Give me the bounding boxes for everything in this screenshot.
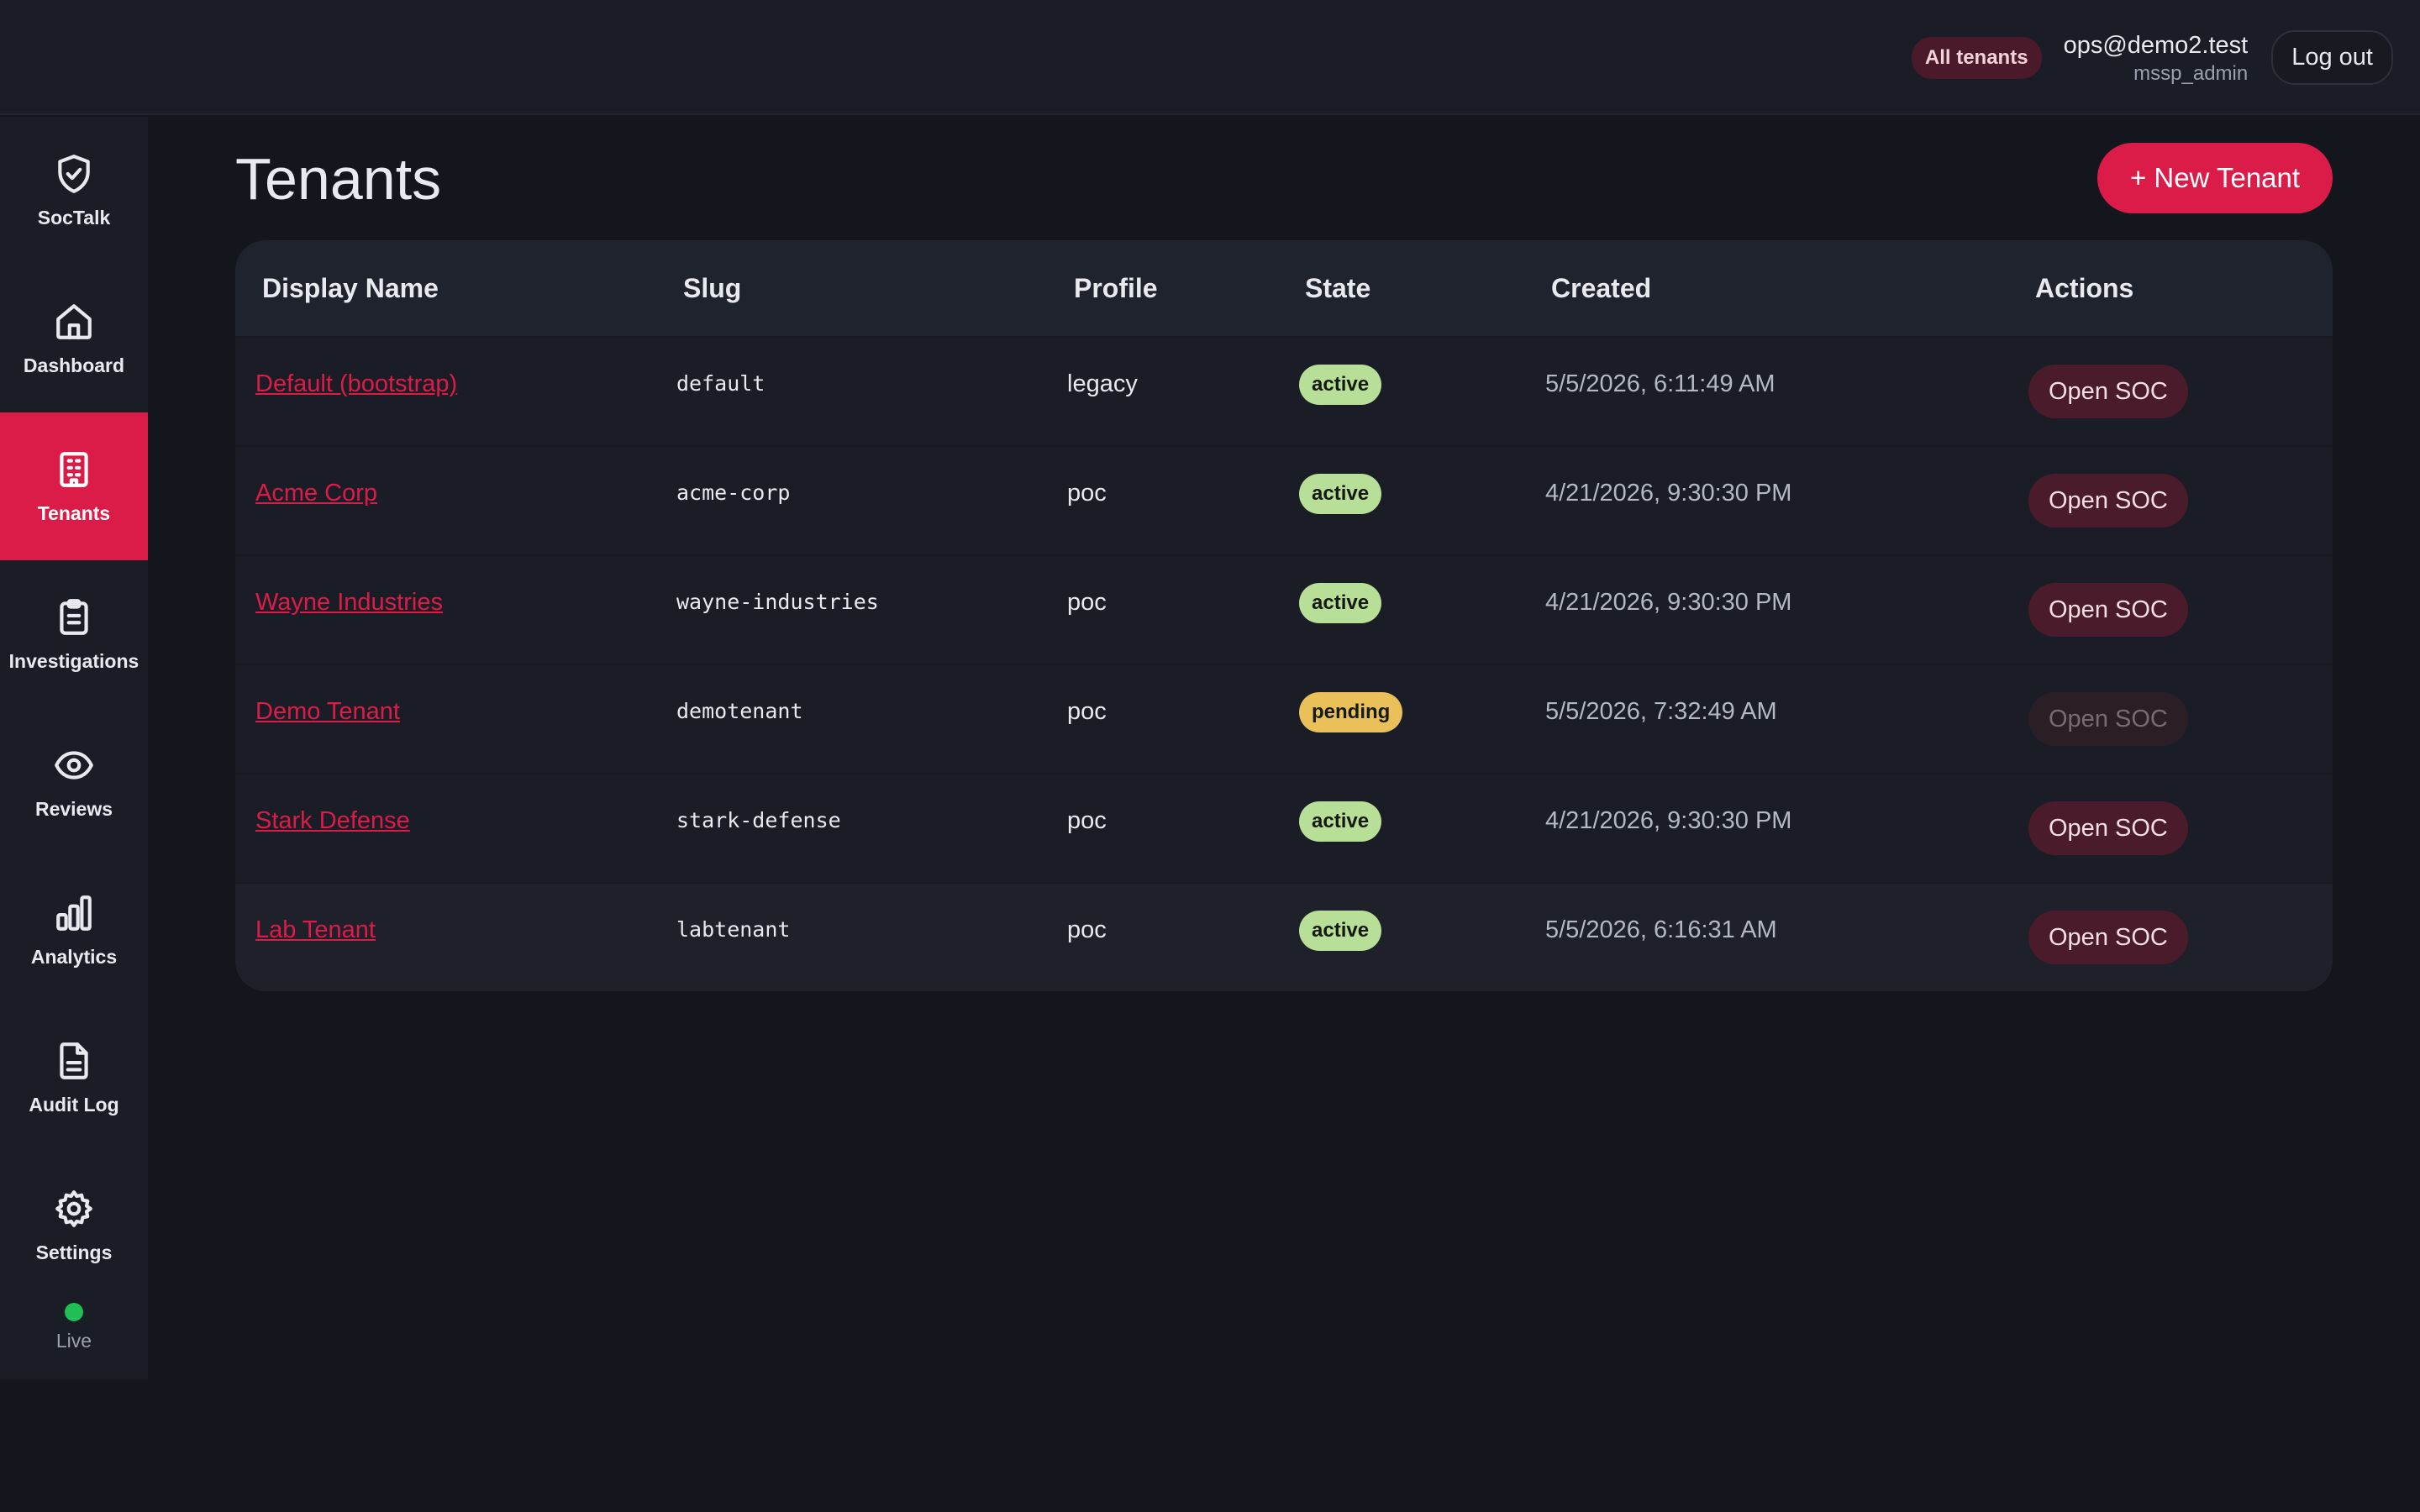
state-badge: active [1299,911,1382,951]
table-header: Display Name Slug Profile State Created … [235,240,2333,336]
sidebar-item-soctalk[interactable]: SocTalk [0,117,148,265]
column-header-created[interactable]: Created [1551,240,1651,336]
open-soc-button-disabled: Open SOC [2028,692,2188,746]
sidebar-item-label: Dashboard [23,354,125,376]
sidebar-item-audit-log[interactable]: Audit Log [0,1004,148,1152]
tenant-profile: poc [1067,589,1107,616]
tenant-profile: poc [1067,480,1107,507]
created-timestamp: 5/5/2026, 6:11:49 AM [1545,370,1776,397]
column-header-slug[interactable]: Slug [683,240,741,336]
state-badge: active [1299,474,1382,514]
sidebar-item-analytics[interactable]: Analytics [0,856,148,1004]
top-bar: All tenants ops@demo2.test mssp_admin Lo… [0,0,2420,115]
tenant-profile: poc [1067,916,1107,943]
user-role: mssp_admin [2133,61,2249,85]
gear-icon [55,1189,92,1227]
created-timestamp: 5/5/2026, 6:16:31 AM [1545,916,1777,943]
sidebar-item-label: Tenants [37,501,111,524]
open-soc-button[interactable]: Open SOC [2028,801,2188,855]
tenant-scope-badge[interactable]: All tenants [1911,36,2042,79]
open-soc-button[interactable]: Open SOC [2028,911,2188,964]
sidebar-item-label: Reviews [34,797,113,820]
table-row: Lab Tenant labtenant poc active 5/5/2026… [235,882,2333,991]
column-header-state[interactable]: State [1305,240,1370,336]
created-timestamp: 4/21/2026, 9:30:30 PM [1545,589,1792,616]
sidebar-item-reviews[interactable]: Reviews [0,708,148,856]
sidebar-item-tenants[interactable]: Tenants [0,412,148,560]
tenant-slug: wayne-industries [676,590,879,614]
table-row: Demo Tenant demotenant poc pending 5/5/2… [235,664,2333,773]
state-badge: pending [1299,692,1403,732]
state-badge: active [1299,583,1382,623]
tenant-profile: poc [1067,807,1107,834]
clipboard-icon [60,598,88,635]
sidebar-item-label: Settings [35,1241,113,1263]
open-soc-button[interactable]: Open SOC [2028,365,2188,418]
tenant-name-link[interactable]: Lab Tenant [255,884,376,976]
live-indicator-dot [65,1303,83,1321]
tenant-profile: legacy [1067,370,1138,397]
sidebar-item-label: Investigations [8,649,139,672]
sidebar-item-settings[interactable]: Settings [0,1152,148,1299]
building-icon [60,451,88,487]
tenant-slug: demotenant [676,699,803,723]
column-header-display-name[interactable]: Display Name [262,240,439,336]
created-timestamp: 5/5/2026, 7:32:49 AM [1545,698,1777,725]
sidebar-item-label: SocTalk [37,206,111,228]
connection-status: Live [0,1303,148,1352]
sidebar-item-dashboard[interactable]: Dashboard [0,265,148,412]
table-row: Wayne Industries wayne-industries poc ac… [235,554,2333,664]
user-email: ops@demo2.test [2063,31,2249,59]
column-header-actions: Actions [2035,273,2134,303]
live-label: Live [55,1330,92,1352]
tenant-name-link[interactable]: Acme Corp [255,447,377,539]
tenant-name-link[interactable]: Demo Tenant [255,665,400,758]
tenant-slug: default [676,371,765,396]
eye-icon [55,750,93,780]
tenant-slug: stark-defense [676,808,841,832]
created-timestamp: 4/21/2026, 9:30:30 PM [1545,807,1792,834]
page-title: Tenants [235,146,442,212]
new-tenant-button[interactable]: + New Tenant [2097,143,2333,213]
sidebar-item-label: Analytics [30,945,118,968]
file-text-icon [60,1042,88,1079]
sidebar-item-investigations[interactable]: Investigations [0,560,148,708]
state-badge: active [1299,801,1382,842]
tenant-profile: poc [1067,698,1107,725]
created-timestamp: 4/21/2026, 9:30:30 PM [1545,480,1792,507]
tenant-name-link[interactable]: Wayne Industries [255,556,443,648]
user-info: ops@demo2.test mssp_admin [2064,29,2249,87]
shield-check-icon [58,154,90,193]
open-soc-button[interactable]: Open SOC [2028,583,2188,637]
sidebar-item-label: Audit Log [29,1093,119,1116]
table-row: Stark Defense stark-defense poc active 4… [235,773,2333,882]
tenant-slug: labtenant [676,917,791,942]
tenants-table: Display Name Slug Profile State Created … [235,240,2333,991]
bar-chart-icon [56,895,92,931]
tenant-slug: acme-corp [676,480,791,505]
state-badge: active [1299,365,1382,405]
sidebar: SocTalk Dashboard Tenants Investigations… [0,117,148,1379]
open-soc-button[interactable]: Open SOC [2028,474,2188,528]
table-row: Acme Corp acme-corp poc active 4/21/2026… [235,445,2333,554]
table-row: Default (bootstrap) default legacy activ… [235,336,2333,445]
home-icon [56,303,92,339]
tenant-name-link[interactable]: Default (bootstrap) [255,338,457,430]
logout-button[interactable]: Log out [2271,30,2393,85]
column-header-profile[interactable]: Profile [1074,240,1158,336]
tenant-name-link[interactable]: Stark Defense [255,774,410,867]
